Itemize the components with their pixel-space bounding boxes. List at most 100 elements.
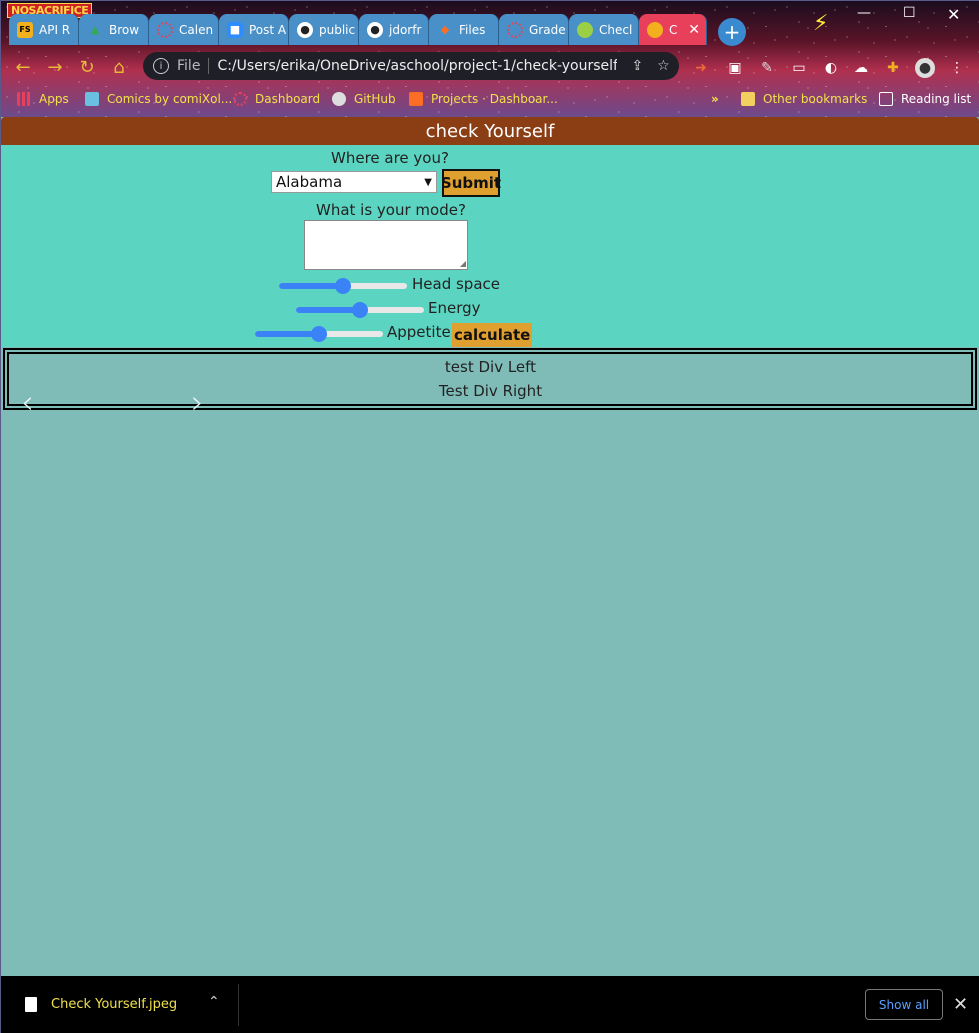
- bookmark-apps[interactable]: Apps: [17, 92, 69, 106]
- gitlab-icon: ◆: [440, 23, 450, 36]
- mode-question: What is your mode?: [316, 201, 466, 219]
- recorder-icon[interactable]: ▭: [789, 58, 809, 78]
- minimize-icon[interactable]: —: [857, 5, 871, 21]
- energy-slider[interactable]: [296, 301, 424, 318]
- menu-icon[interactable]: ⋮: [947, 58, 967, 78]
- maximize-icon[interactable]: ☐: [903, 5, 916, 21]
- tab-label: C: [669, 22, 678, 37]
- reading-list-icon: [879, 92, 893, 106]
- tab-grade[interactable]: Grade: [499, 14, 569, 45]
- head-space-label: Head space: [412, 275, 500, 293]
- back-icon[interactable]: ←: [11, 55, 35, 79]
- comixology-icon: [85, 92, 99, 106]
- scheme-label: File: [177, 58, 201, 74]
- carousel-next-icon[interactable]: ›: [191, 383, 204, 421]
- carousel-prev-icon[interactable]: ‹: [21, 383, 34, 421]
- close-download-bar-icon[interactable]: ✕: [953, 994, 968, 1015]
- location-question: Where are you?: [331, 149, 449, 167]
- test-div-left: test Div Left: [444, 358, 537, 376]
- extension-face-icon[interactable]: ◐: [821, 58, 841, 78]
- bookmark-label: Apps: [39, 92, 69, 106]
- tab-zoom[interactable]: ■ Post A: [219, 14, 289, 45]
- bookmark-projects[interactable]: Projects · Dashboar...: [409, 92, 558, 106]
- toolbar: ← → ↻ ⌂ i File C:/Users/erika/OneDrive/a…: [1, 49, 979, 85]
- page-title: check Yourself: [1, 117, 979, 145]
- calculate-button[interactable]: calculate: [452, 323, 533, 347]
- browser-chrome: NOSACRIFICE FS API R ▲ Brow Calen ■ Post A …: [1, 1, 979, 117]
- tab-github-public[interactable]: ● public: [289, 14, 359, 45]
- new-tab-button[interactable]: +: [718, 18, 746, 46]
- tab-gitlab-files[interactable]: ◆ Files: [429, 14, 499, 45]
- chevron-up-icon[interactable]: ⌃: [208, 994, 220, 1010]
- bookmark-label: GitHub: [354, 92, 396, 106]
- profile-avatar[interactable]: ●: [915, 58, 935, 78]
- info-icon[interactable]: i: [153, 58, 169, 74]
- address-divider: [208, 58, 210, 74]
- globe-icon: [577, 21, 593, 38]
- bookmark-other[interactable]: Other bookmarks: [741, 92, 867, 106]
- extension-bag-icon[interactable]: ▣: [725, 58, 745, 78]
- download-divider: [238, 984, 239, 1026]
- folder-icon: [741, 92, 755, 106]
- url-text[interactable]: C:/Users/erika/OneDrive/aschool/project-…: [217, 58, 617, 74]
- bookmark-comics[interactable]: Comics by comiXol...: [85, 92, 232, 106]
- address-bar[interactable]: i File C:/Users/erika/OneDrive/aschool/p…: [143, 52, 679, 80]
- reload-icon[interactable]: ↻: [75, 55, 99, 79]
- bookmark-dashboard[interactable]: Dashboard: [233, 92, 320, 106]
- cloud-icon[interactable]: ☁: [851, 58, 871, 78]
- bookmark-label: Dashboard: [255, 92, 321, 106]
- window-close-icon[interactable]: ✕: [947, 5, 960, 24]
- share-icon[interactable]: ⇪: [631, 58, 643, 74]
- show-all-button[interactable]: Show all: [865, 989, 943, 1020]
- circle-icon: [157, 21, 173, 38]
- extension-arrow-icon[interactable]: ➜: [691, 58, 711, 78]
- tab-drive[interactable]: ▲ Brow: [79, 14, 149, 45]
- submit-button[interactable]: Submit: [441, 169, 501, 197]
- tab-label: Files: [459, 22, 486, 37]
- star-icon[interactable]: ☆: [657, 58, 670, 74]
- appetite-slider[interactable]: [255, 325, 383, 342]
- chevron-down-icon: ▼: [424, 176, 432, 188]
- tab-api[interactable]: FS API R: [9, 14, 79, 45]
- bookmark-label: Projects · Dashboar...: [431, 92, 558, 106]
- reading-list[interactable]: Reading list: [879, 92, 971, 106]
- page-content: check Yourself Where are you? Alabama ▼ S…: [1, 117, 979, 976]
- download-file-name[interactable]: Check Yourself.jpeg: [51, 997, 177, 1012]
- forward-icon[interactable]: →: [43, 55, 67, 79]
- tab-check[interactable]: Checl: [569, 14, 639, 45]
- file-icon: [25, 997, 37, 1012]
- puzzle-icon[interactable]: ✚: [883, 58, 903, 78]
- tab-label: Grade: [529, 22, 566, 37]
- pdf-icon[interactable]: ✎: [757, 58, 777, 78]
- zoom-icon: ■: [227, 21, 243, 38]
- test-div-right: Test Div Right: [438, 382, 543, 400]
- gitlab-icon: [409, 92, 423, 106]
- github-icon: ●: [297, 21, 313, 38]
- bookmark-label: Reading list: [901, 92, 972, 106]
- bookmark-github[interactable]: GitHub: [332, 92, 396, 106]
- github-icon: ●: [367, 21, 383, 38]
- globe-icon: [647, 21, 663, 38]
- resize-grip-icon[interactable]: ◢: [460, 259, 466, 268]
- tab-label: jdorfr: [389, 22, 422, 37]
- fs-icon: FS: [17, 21, 33, 38]
- tab-github-jdorf[interactable]: ● jdorfr: [359, 14, 429, 45]
- tab-label: Brow: [109, 22, 140, 37]
- bookmarks-overflow[interactable]: »: [711, 92, 719, 106]
- lightning-icon: ⚡: [813, 11, 829, 36]
- tab-label: Checl: [599, 22, 633, 37]
- close-icon[interactable]: ✕: [688, 22, 700, 38]
- tab-label: public: [319, 22, 356, 37]
- circle-icon: [507, 21, 523, 38]
- form-area: Where are you? Alabama ▼ Submit What is y…: [1, 145, 979, 347]
- head-space-slider[interactable]: [279, 277, 407, 294]
- mode-textarea[interactable]: ◢: [304, 220, 468, 270]
- tab-label: Post A: [249, 22, 287, 37]
- tab-calendar[interactable]: Calen: [149, 14, 219, 45]
- location-select[interactable]: Alabama ▼: [271, 171, 437, 193]
- home-icon[interactable]: ⌂: [107, 55, 131, 79]
- bookmark-label: Comics by comiXol...: [107, 92, 233, 106]
- tab-strip: FS API R ▲ Brow Calen ■ Post A ● public ● jdo…: [9, 14, 707, 47]
- appetite-label: Appetite: [387, 323, 451, 341]
- tab-active[interactable]: C ✕: [639, 14, 707, 45]
